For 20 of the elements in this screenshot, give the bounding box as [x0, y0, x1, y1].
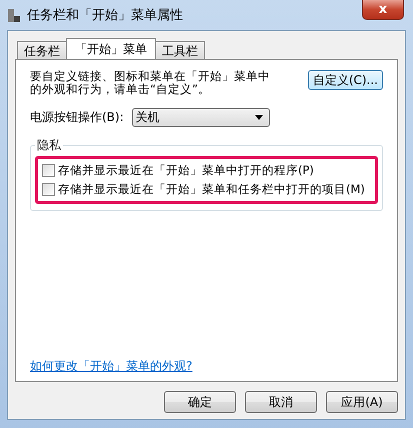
window-icon	[7, 7, 21, 23]
tab[interactable]: 任务栏	[17, 41, 67, 59]
close-button[interactable]: x	[362, 0, 404, 20]
power-button-label: 电源按钮操作(B):	[30, 109, 124, 126]
help-link[interactable]: 如何更改「开始」菜单的外观?	[30, 358, 192, 375]
dialog-button[interactable]: 应用(A)	[326, 391, 398, 413]
instruction-text: 要自定义链接、图标和菜单在「开始」菜单中的外观和行为，请单击“自定义”。	[30, 70, 271, 96]
dialog-button[interactable]: 确定	[164, 391, 236, 413]
checkbox[interactable]	[42, 183, 55, 196]
tab[interactable]: 「开始」菜单	[66, 38, 156, 59]
checkbox-label: 存储并显示最近在「开始」菜单中打开的程序(P)	[58, 163, 314, 178]
dialog-button[interactable]: 取消	[245, 391, 317, 413]
dropdown-arrow-icon	[254, 115, 263, 120]
checkbox[interactable]	[42, 164, 55, 177]
checkbox-label: 存储并显示最近在「开始」菜单和任务栏中打开的项目(M)	[58, 182, 365, 197]
tab[interactable]: 工具栏	[155, 41, 205, 59]
group-title: 隐私	[36, 137, 62, 154]
customize-button[interactable]: 自定义(C)...	[308, 70, 383, 90]
power-action-dropdown[interactable]: 关机	[132, 108, 270, 127]
window-title: 任务栏和「开始」菜单属性	[27, 7, 183, 24]
